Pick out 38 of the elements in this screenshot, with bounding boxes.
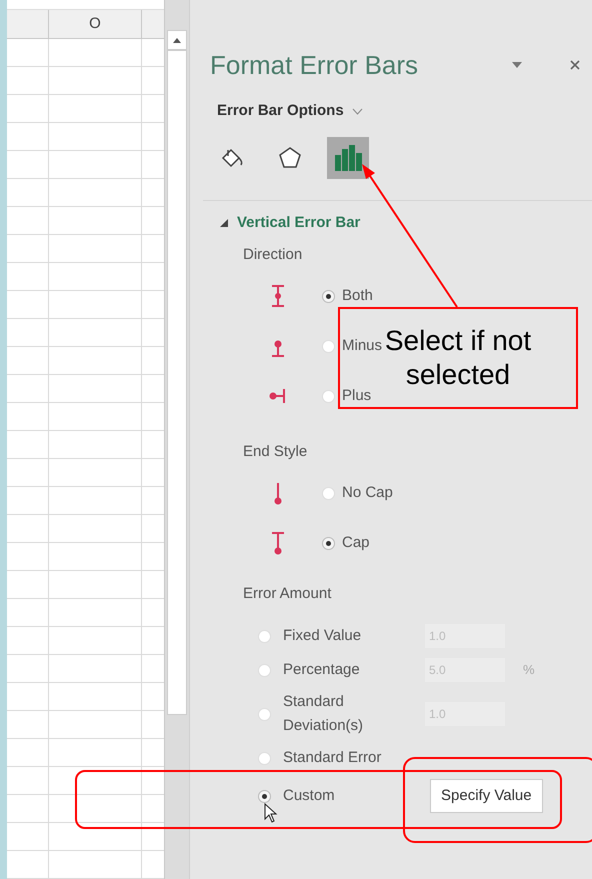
radio-button[interactable]	[322, 390, 335, 402]
radio-button[interactable]	[322, 290, 335, 302]
option-label[interactable]: Fixed Value	[283, 624, 418, 648]
radio-button[interactable]	[322, 486, 335, 500]
options-dropdown[interactable]: Error Bar Options	[217, 100, 344, 122]
option-label[interactable]: Custom	[283, 784, 418, 808]
radio-button[interactable]	[258, 752, 271, 764]
panel-title: Format Error Bars	[210, 48, 418, 82]
dropdown-icon[interactable]	[512, 62, 522, 68]
option-label[interactable]: Both	[342, 284, 373, 308]
option-label[interactable]: No Cap	[342, 482, 393, 504]
group-heading: Direction	[243, 244, 302, 265]
radio-button[interactable]	[258, 708, 271, 720]
scroll-up-button[interactable]	[167, 30, 187, 50]
group-heading: End Style	[243, 442, 308, 462]
specify-value-button[interactable]: Specify Value	[430, 779, 543, 813]
section-title[interactable]: Vertical Error Bar	[237, 212, 360, 234]
radio-button[interactable]	[258, 664, 271, 676]
bar-chart-icon[interactable]	[327, 137, 369, 179]
option-label[interactable]: Standard Error	[283, 746, 418, 770]
column-header[interactable]: O	[89, 12, 101, 36]
group-heading: Error Amount	[243, 584, 332, 604]
option-label[interactable]: Standard Deviation(s)	[283, 690, 418, 738]
radio-button[interactable]	[258, 630, 271, 642]
option-label[interactable]: Minus	[342, 334, 382, 358]
unit-label: %	[523, 661, 535, 680]
radio-button[interactable]	[322, 536, 335, 550]
expand-icon[interactable]	[220, 218, 229, 228]
radio-button[interactable]	[258, 790, 271, 802]
option-label[interactable]: Percentage	[283, 658, 418, 682]
up-arrow-icon	[173, 38, 181, 42]
option-label[interactable]: Plus	[342, 384, 372, 408]
close-icon[interactable]	[570, 60, 580, 70]
scrollbar-thumb[interactable]	[167, 50, 187, 715]
cursor-icon	[264, 803, 278, 823]
radio-button[interactable]	[322, 340, 335, 352]
chevron-icon	[352, 108, 363, 114]
option-label[interactable]: Cap	[342, 532, 370, 554]
